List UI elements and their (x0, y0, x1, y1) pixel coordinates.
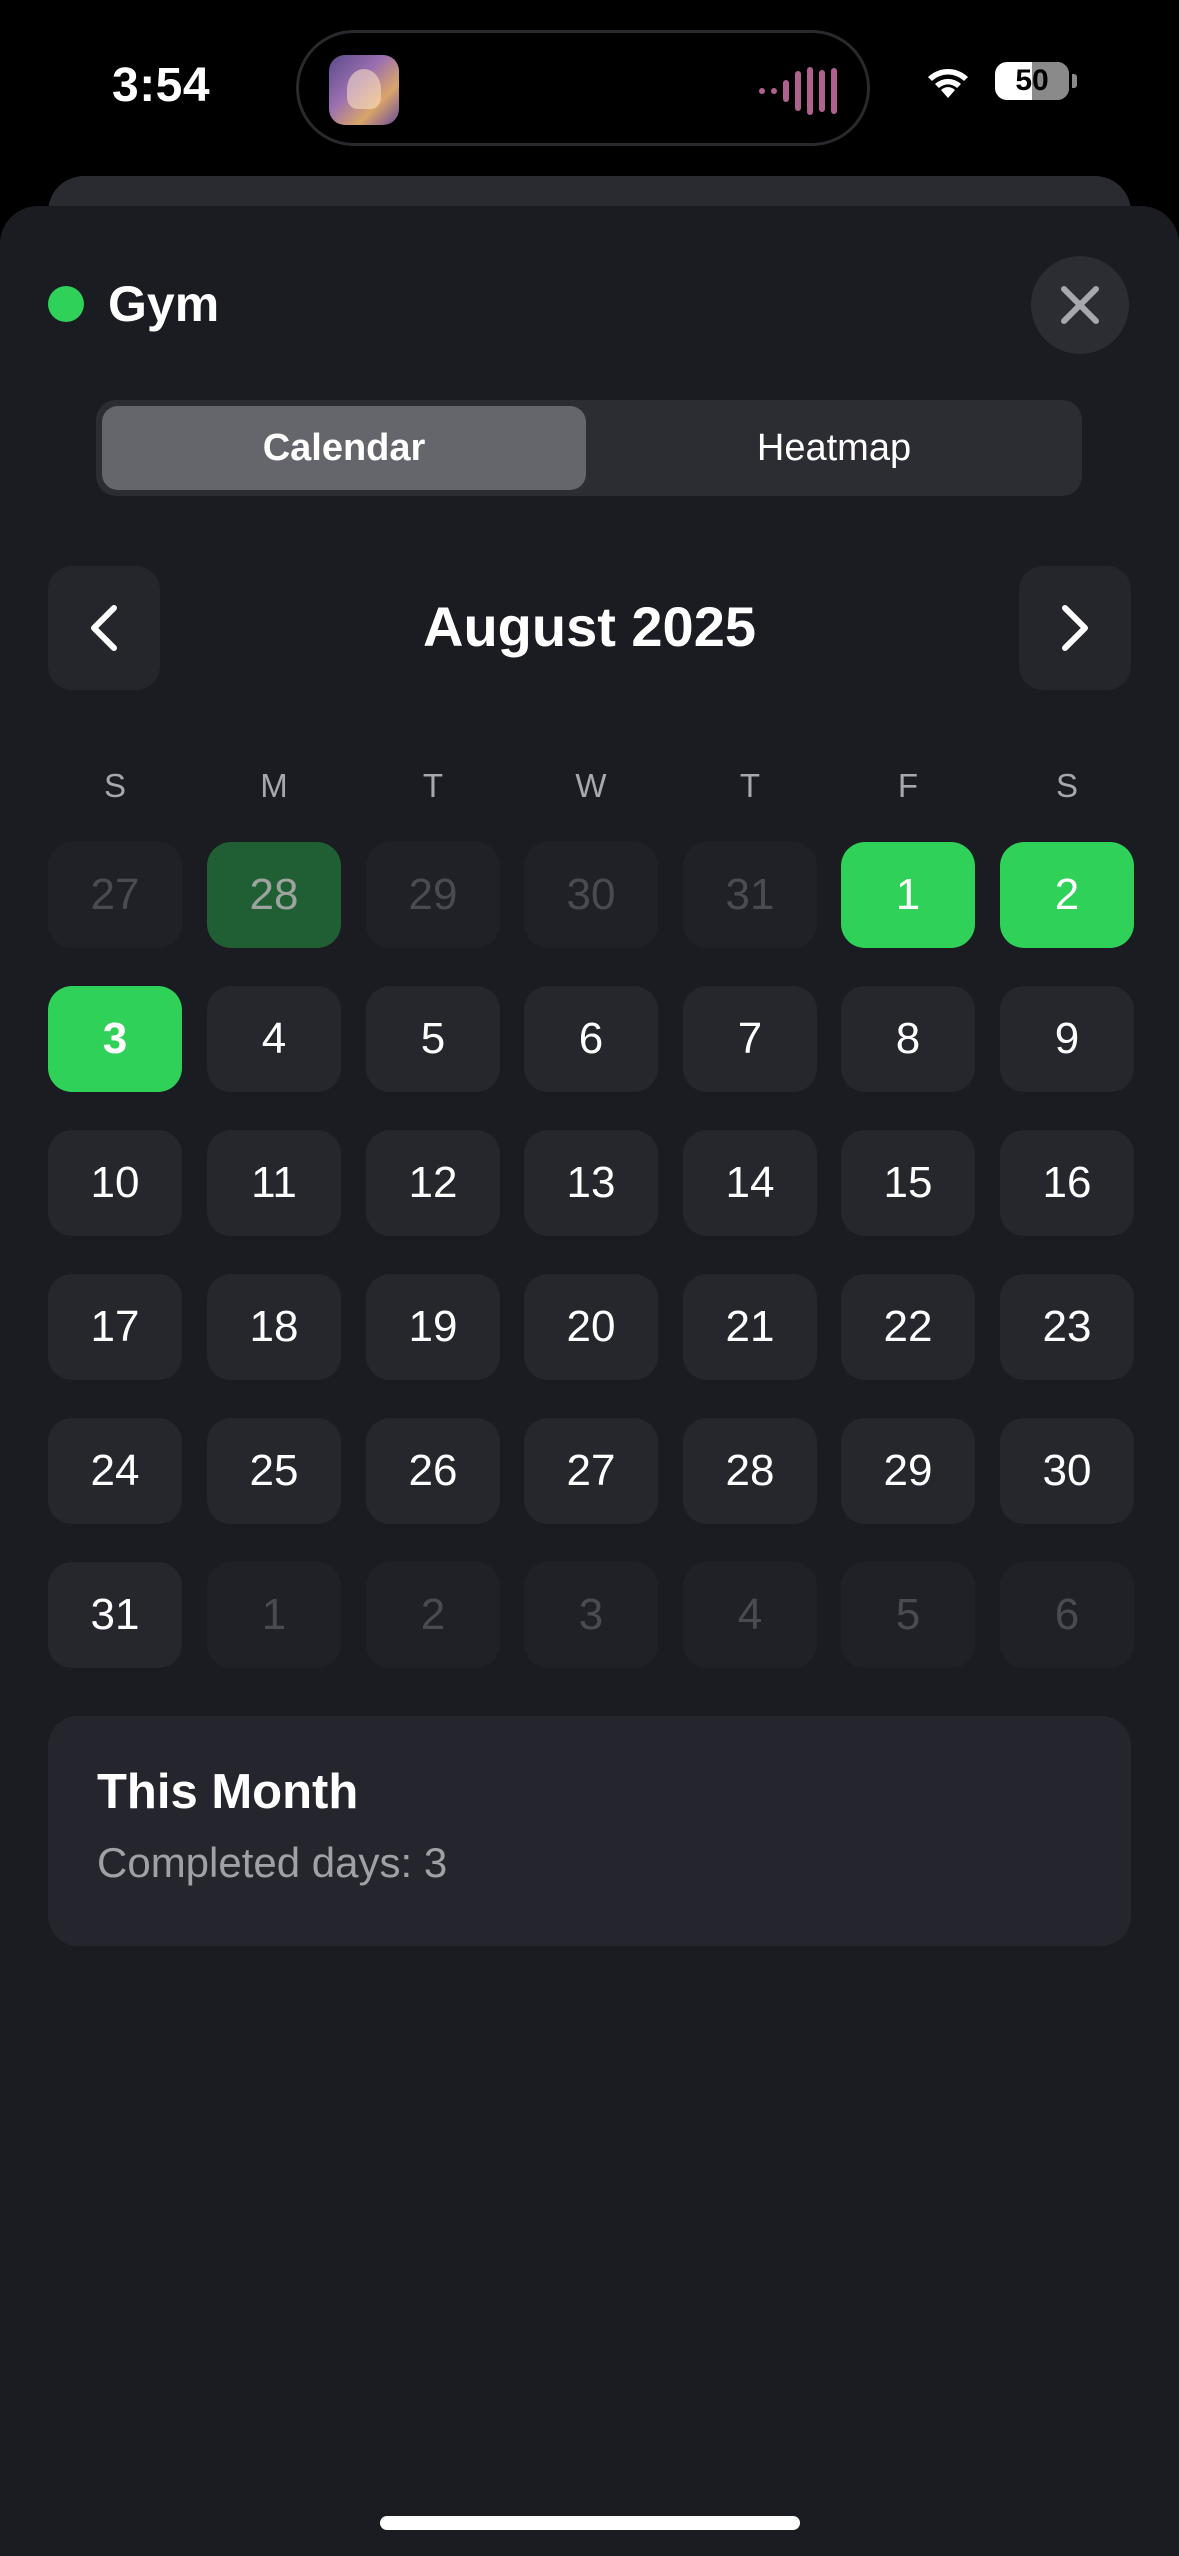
calendar-day[interactable]: 13 (524, 1130, 658, 1236)
month-title: August 2025 (423, 595, 756, 658)
calendar-day[interactable]: 9 (1000, 986, 1134, 1092)
calendar-day[interactable]: 26 (366, 1418, 500, 1524)
calendar-day[interactable]: 22 (841, 1274, 975, 1380)
dynamic-island[interactable] (296, 30, 870, 146)
calendar-day-other-month[interactable]: 6 (1000, 1562, 1134, 1668)
calendar-day-other-month[interactable]: 29 (366, 842, 500, 948)
wifi-icon (923, 62, 973, 100)
tab-calendar[interactable]: Calendar (102, 406, 586, 490)
calendar-day[interactable]: 31 (48, 1562, 182, 1668)
monthly-summary-card: This Month Completed days: 3 (48, 1716, 1131, 1946)
habit-title: Gym (108, 276, 220, 332)
calendar-day[interactable]: 25 (207, 1418, 341, 1524)
calendar-day[interactable]: 19 (366, 1274, 500, 1380)
calendar-day[interactable]: 28 (683, 1418, 817, 1524)
now-playing-artwork-icon (329, 55, 399, 125)
screen: 3:54 50 Gym Calendar Heatmap August 2025… (0, 0, 1179, 2556)
status-indicators: 50 (923, 62, 1077, 100)
calendar-day-other-month[interactable]: 4 (683, 1562, 817, 1668)
home-indicator[interactable] (380, 2516, 800, 2530)
chevron-left-icon (91, 605, 117, 651)
calendar-day[interactable]: 18 (207, 1274, 341, 1380)
calendar-day[interactable]: 11 (207, 1130, 341, 1236)
calendar-day-other-month[interactable]: 1 (207, 1562, 341, 1668)
weekday-label: T (422, 767, 444, 804)
weekday-label: M (260, 767, 288, 804)
habit-color-dot (48, 286, 84, 322)
calendar-day[interactable]: 16 (1000, 1130, 1134, 1236)
calendar-day-other-month[interactable]: 31 (683, 842, 817, 948)
close-button[interactable] (1031, 256, 1129, 354)
chevron-right-icon (1062, 605, 1088, 651)
calendar-day-other-month[interactable]: 28 (207, 842, 341, 948)
completed-days-count: Completed days: 3 (97, 1839, 448, 1886)
calendar-day[interactable]: 17 (48, 1274, 182, 1380)
close-icon (1061, 286, 1099, 324)
calendar-day[interactable]: 4 (207, 986, 341, 1092)
battery-percentage: 50 (1015, 64, 1049, 97)
calendar-day[interactable]: 30 (1000, 1418, 1134, 1524)
calendar-day[interactable]: 6 (524, 986, 658, 1092)
calendar-day[interactable]: 12 (366, 1130, 500, 1236)
view-segmented-control: Calendar Heatmap (96, 400, 1082, 496)
calendar-day-other-month[interactable]: 3 (524, 1562, 658, 1668)
calendar-day[interactable]: 27 (524, 1418, 658, 1524)
calendar-day-completed[interactable]: 2 (1000, 842, 1134, 948)
tab-heatmap[interactable]: Heatmap (592, 406, 1076, 490)
calendar-day-other-month[interactable]: 2 (366, 1562, 500, 1668)
calendar-day-completed[interactable]: 3 (48, 986, 182, 1092)
calendar-day[interactable]: 5 (366, 986, 500, 1092)
calendar-day-other-month[interactable]: 5 (841, 1562, 975, 1668)
battery-icon: 50 (995, 62, 1077, 100)
calendar-day[interactable]: 29 (841, 1418, 975, 1524)
calendar-day-other-month[interactable]: 30 (524, 842, 658, 948)
calendar-day[interactable]: 21 (683, 1274, 817, 1380)
weekday-label: W (575, 767, 607, 804)
weekday-label: S (103, 767, 126, 804)
weekday-label: S (1055, 767, 1078, 804)
calendar-day-other-month[interactable]: 27 (48, 842, 182, 948)
weekday-label: F (897, 767, 919, 804)
calendar-day[interactable]: 14 (683, 1130, 817, 1236)
calendar-day-completed[interactable]: 1 (841, 842, 975, 948)
calendar-day[interactable]: 10 (48, 1130, 182, 1236)
next-month-button[interactable] (1019, 566, 1131, 690)
calendar-day[interactable]: 20 (524, 1274, 658, 1380)
previous-month-button[interactable] (48, 566, 160, 690)
calendar-day[interactable]: 7 (683, 986, 817, 1092)
calendar-day[interactable]: 23 (1000, 1274, 1134, 1380)
weekday-label: T (739, 767, 761, 804)
audio-waveform-icon (759, 67, 837, 115)
calendar-day[interactable]: 24 (48, 1418, 182, 1524)
calendar-day[interactable]: 8 (841, 986, 975, 1092)
summary-title: This Month (97, 1765, 359, 1819)
habit-detail-sheet (0, 206, 1179, 2556)
status-time: 3:54 (112, 59, 211, 112)
calendar-day[interactable]: 15 (841, 1130, 975, 1236)
